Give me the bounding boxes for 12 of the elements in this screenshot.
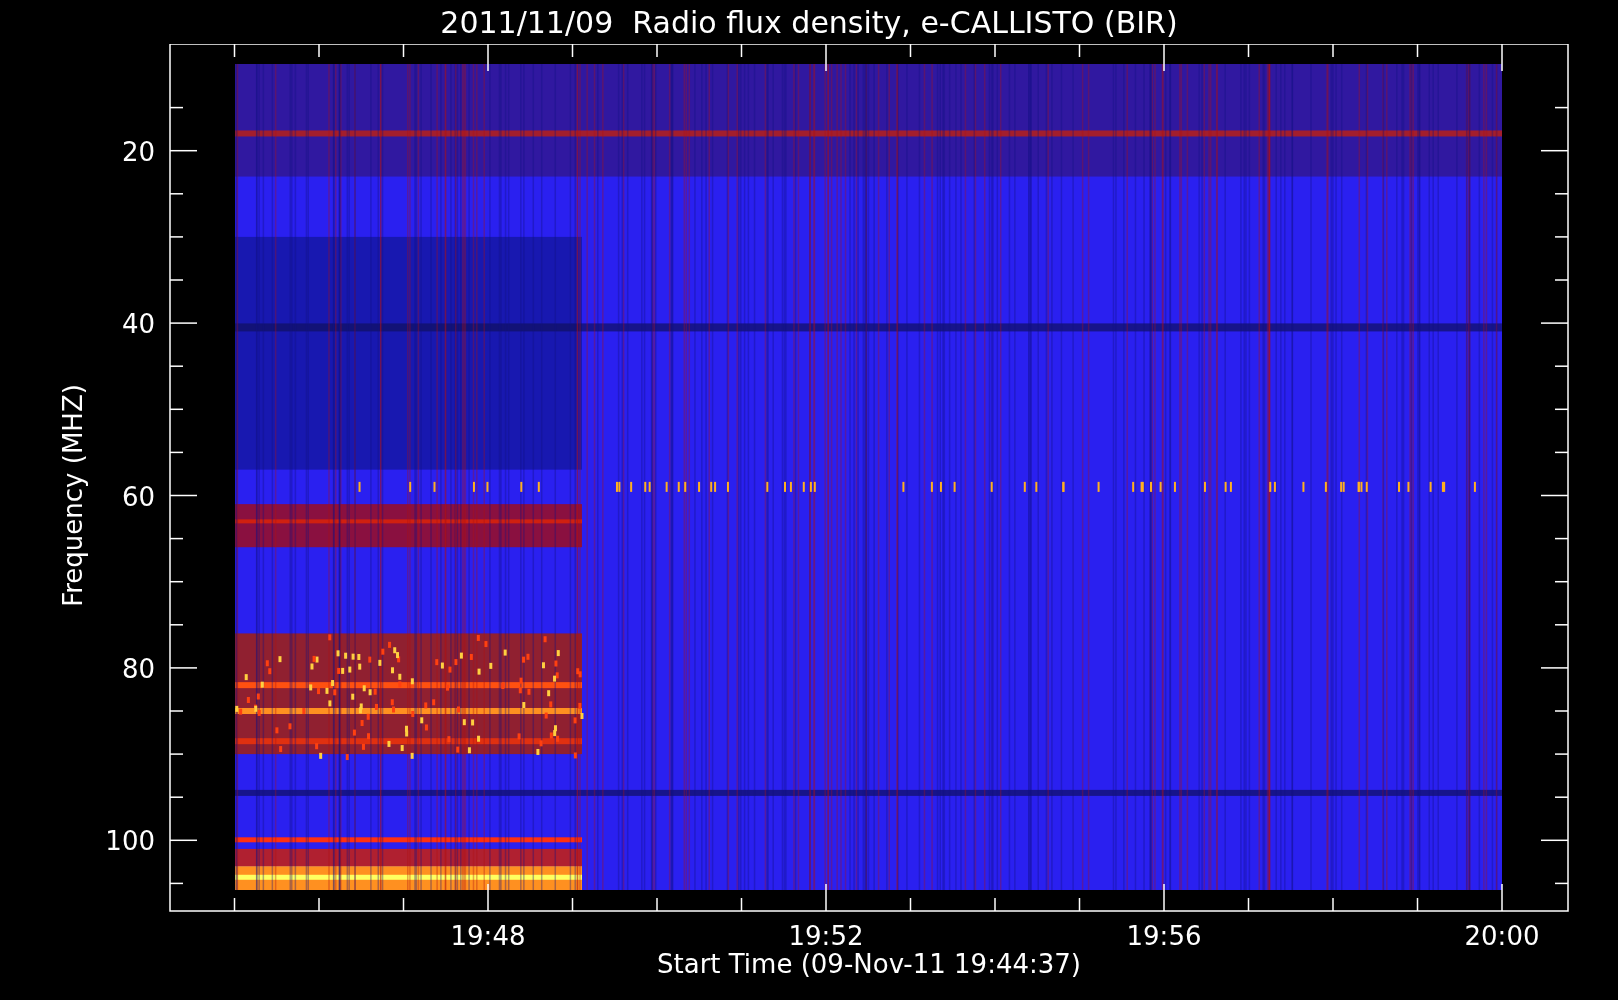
- x-tick-label: 20:00: [1464, 921, 1540, 951]
- y-tick-label: 40: [121, 309, 155, 340]
- x-tick-label: 19:52: [788, 921, 864, 951]
- y-tick-label: 20: [121, 136, 155, 167]
- y-tick-label: 80: [121, 653, 155, 684]
- chart-title: 2011/11/09 Radio flux density, e-CALLISTO (BIR): [440, 3, 1178, 42]
- x-axis-label: Start Time (09-Nov-11 19:44:37): [657, 949, 1081, 979]
- x-tick-label: 19:48: [450, 921, 526, 951]
- y-axis-label: Frequency (MHZ): [58, 384, 88, 607]
- y-tick-label: 100: [105, 826, 155, 857]
- y-tick-label: 60: [121, 481, 155, 512]
- x-tick-label: 19:56: [1126, 921, 1202, 951]
